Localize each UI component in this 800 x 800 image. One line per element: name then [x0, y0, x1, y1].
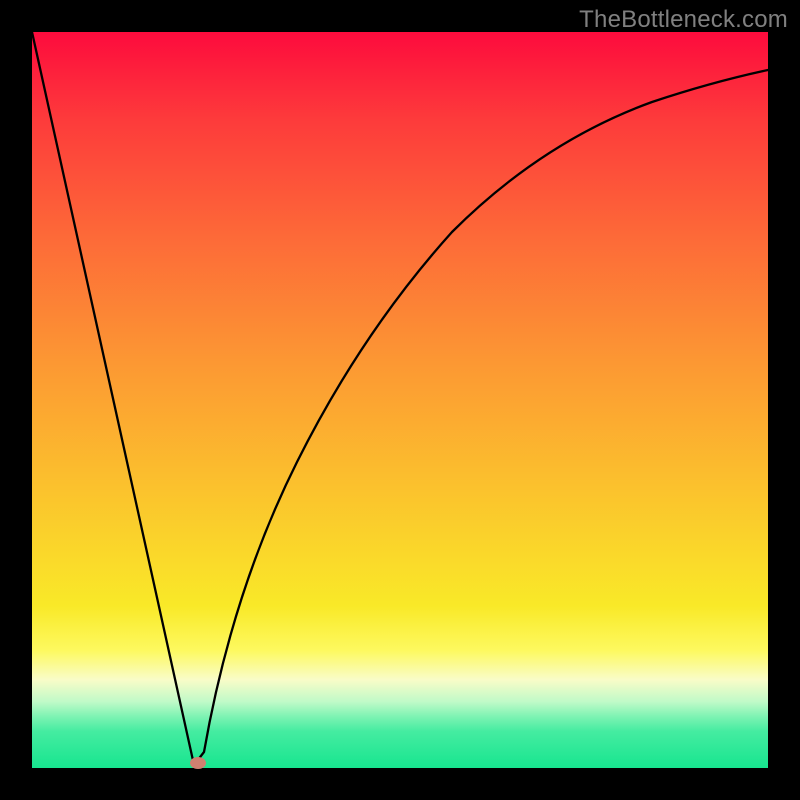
plot-area	[32, 32, 768, 768]
chart-frame: TheBottleneck.com	[0, 0, 800, 800]
marker-point	[190, 757, 206, 769]
curve-right-segment	[194, 70, 768, 765]
bottleneck-curve	[32, 32, 768, 768]
watermark-text: TheBottleneck.com	[579, 6, 788, 34]
curve-left-segment	[32, 32, 194, 765]
